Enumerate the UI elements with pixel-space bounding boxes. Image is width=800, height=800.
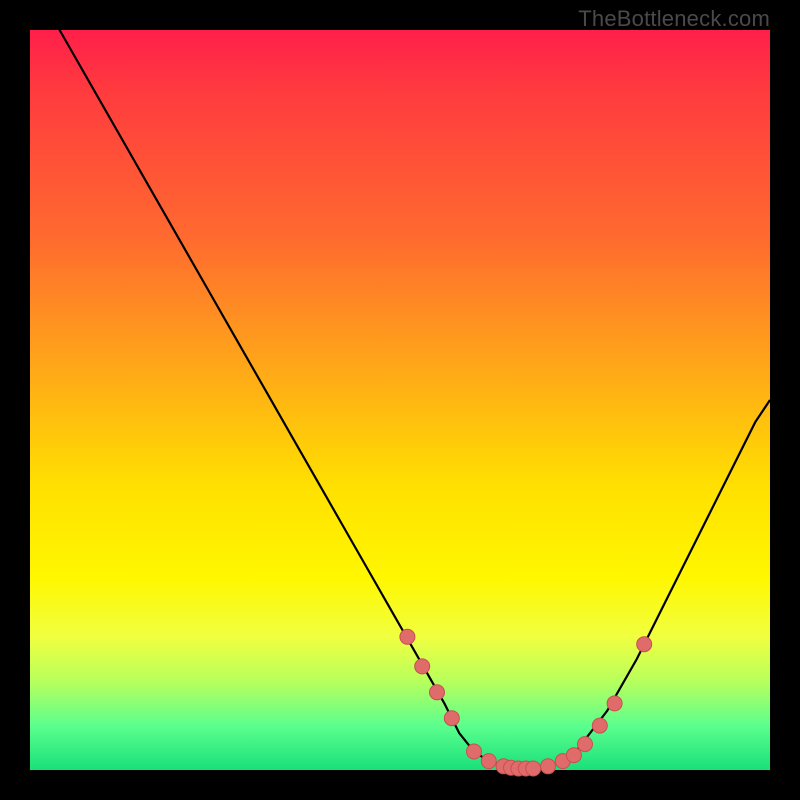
curve-marker	[637, 637, 652, 652]
attribution-text: TheBottleneck.com	[578, 6, 770, 32]
curve-marker	[481, 754, 496, 769]
curve-marker	[430, 685, 445, 700]
curve-marker	[400, 629, 415, 644]
bottleneck-curve	[30, 0, 770, 769]
curve-marker	[541, 759, 556, 774]
curve-marker	[526, 761, 541, 776]
chart-svg	[30, 30, 770, 770]
curve-marker	[607, 696, 622, 711]
curve-marker	[467, 744, 482, 759]
curve-marker	[415, 659, 430, 674]
curve-marker	[578, 737, 593, 752]
curve-marker	[592, 718, 607, 733]
curve-marker	[444, 711, 459, 726]
chart-frame: TheBottleneck.com	[0, 0, 800, 800]
curve-markers	[400, 629, 652, 776]
curve-marker	[566, 748, 581, 763]
